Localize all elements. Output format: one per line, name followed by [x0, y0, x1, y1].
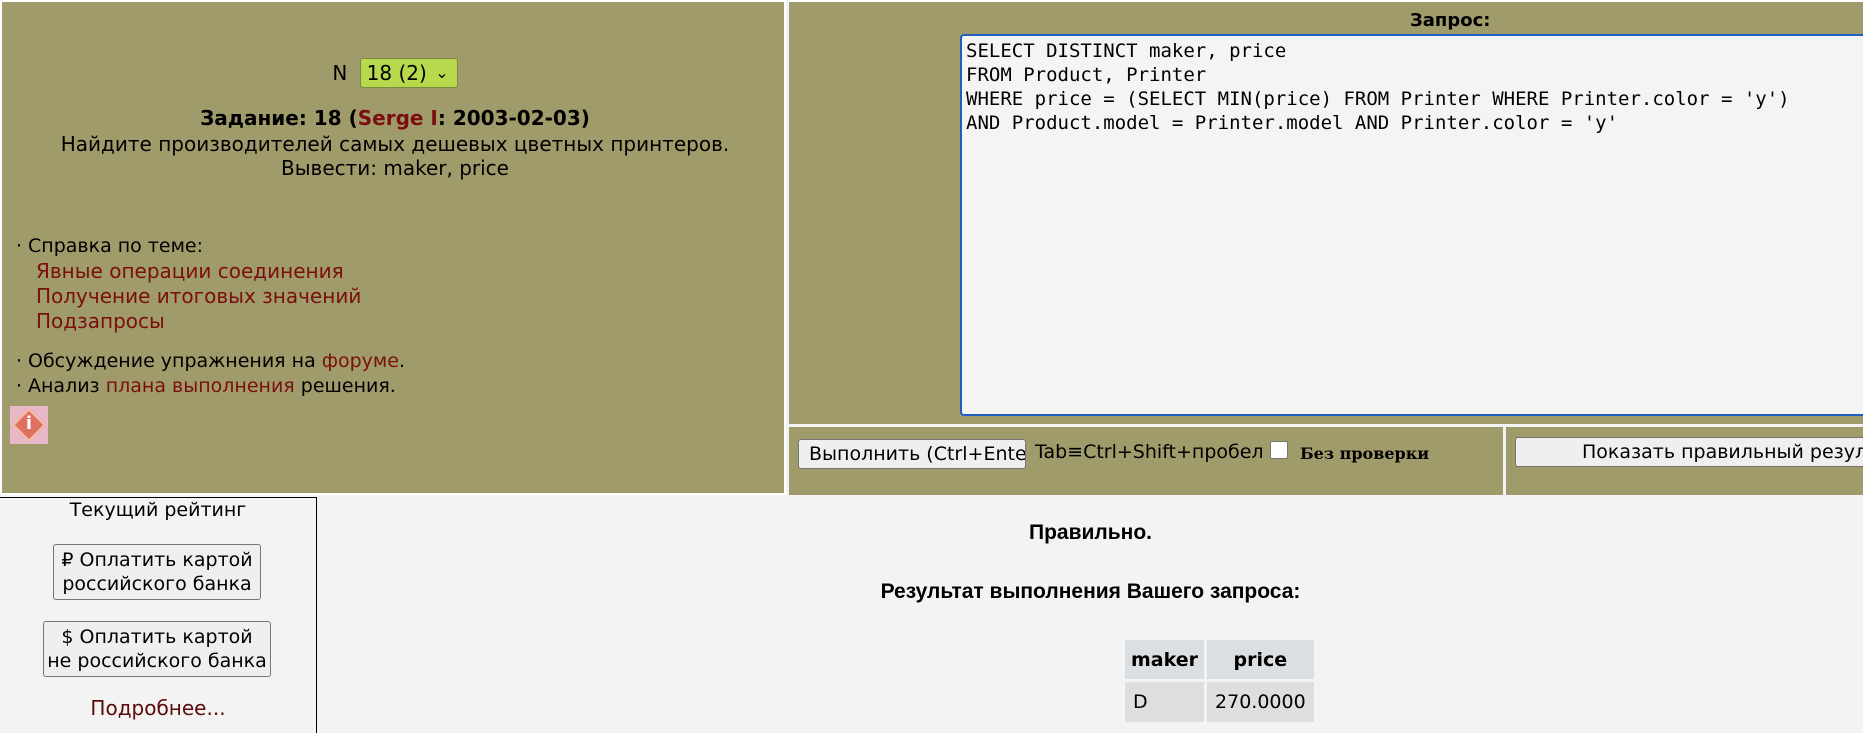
rating-title: Текущий рейтинг	[69, 499, 247, 521]
task-title-prefix: Задание: 18 (	[200, 106, 358, 130]
tab-hint: Tab≡Ctrl+Shift+пробел	[1035, 441, 1264, 463]
pay-rub-line1: ₽ Оплатить картой	[61, 549, 253, 571]
discussion-suffix: .	[398, 350, 405, 372]
task-description: Найдите производителей самых дешевых цве…	[60, 132, 730, 180]
discussion-prefix: Обсуждение упражнения на	[28, 350, 322, 372]
verdict: Правильно.	[1028, 521, 1153, 544]
help-heading-text: Справка по теме:	[28, 235, 204, 257]
info-icon[interactable]: i	[10, 406, 48, 444]
help-section: · Справка по теме: Явные операции соедине…	[16, 234, 776, 399]
task-selector-label: N	[332, 61, 348, 85]
task-title: Задание: 18 (Serge I: 2003-02-03)	[2, 106, 788, 130]
cell-maker: D	[1125, 682, 1205, 722]
result-header-row: maker price	[1125, 640, 1314, 679]
task-author-link[interactable]: Serge I	[358, 106, 438, 130]
no-verify-label: Без проверки	[1300, 444, 1430, 463]
pay-russian-card-button[interactable]: ₽ Оплатить картой российского банка	[53, 544, 261, 600]
pay-usd-line1: $ Оплатить картой	[61, 626, 253, 648]
task-select[interactable]: 18 (2) ⌄	[359, 58, 458, 88]
cell-price: 270.0000	[1207, 682, 1314, 722]
forum-link[interactable]: форуме	[322, 350, 399, 372]
table-row: D 270.0000	[1125, 682, 1314, 722]
task-select-value: 18 (2)	[366, 61, 427, 85]
discussion-line: · Обсуждение упражнения на форуме.	[16, 350, 405, 372]
pay-usd-line2: не российского банка	[47, 650, 267, 672]
help-link-subqueries[interactable]: Подзапросы	[36, 309, 776, 334]
result-title: Результат выполнения Вашего запроса:	[880, 580, 1301, 603]
pay-rub-line2: российского банка	[62, 573, 252, 595]
task-selector-row: N 18 (2) ⌄	[2, 58, 788, 88]
rating-panel: Текущий рейтинг ₽ Оплатить картой россий…	[0, 497, 317, 733]
column-header-price: price	[1207, 640, 1314, 679]
help-link-joins[interactable]: Явные операции соединения	[36, 259, 776, 284]
result-table: maker price D 270.0000	[1122, 637, 1317, 725]
query-editor[interactable]: SELECT DISTINCT maker, price FROM Produc…	[960, 34, 1863, 416]
task-panel: N 18 (2) ⌄ Задание: 18 (Serge I: 2003-02…	[0, 0, 786, 495]
help-heading: · Справка по теме:	[16, 235, 204, 257]
top-area: N 18 (2) ⌄ Задание: 18 (Serge I: 2003-02…	[0, 0, 1863, 497]
help-link-aggregates[interactable]: Получение итоговых значений	[36, 284, 776, 309]
task-title-suffix: : 2003-02-03)	[437, 106, 590, 130]
analysis-suffix: решения.	[294, 375, 396, 397]
run-button[interactable]: Выполнить (Ctrl+Enter)	[798, 439, 1026, 469]
chevron-down-icon: ⌄	[435, 63, 449, 82]
show-correct-result-button[interactable]: Показать правильный результат	[1515, 437, 1863, 467]
analysis-prefix: Анализ	[28, 375, 106, 397]
pay-foreign-card-button[interactable]: $ Оплатить картой не российского банка	[43, 621, 271, 677]
no-verify-checkbox[interactable]	[1270, 441, 1288, 459]
column-header-maker: maker	[1125, 640, 1205, 679]
analysis-line: · Анализ плана выполнения решения.	[16, 375, 396, 397]
query-label: Запрос:	[1410, 10, 1491, 31]
more-info-link[interactable]: Подробнее...	[0, 696, 316, 720]
execution-plan-link[interactable]: плана выполнения	[106, 375, 295, 397]
